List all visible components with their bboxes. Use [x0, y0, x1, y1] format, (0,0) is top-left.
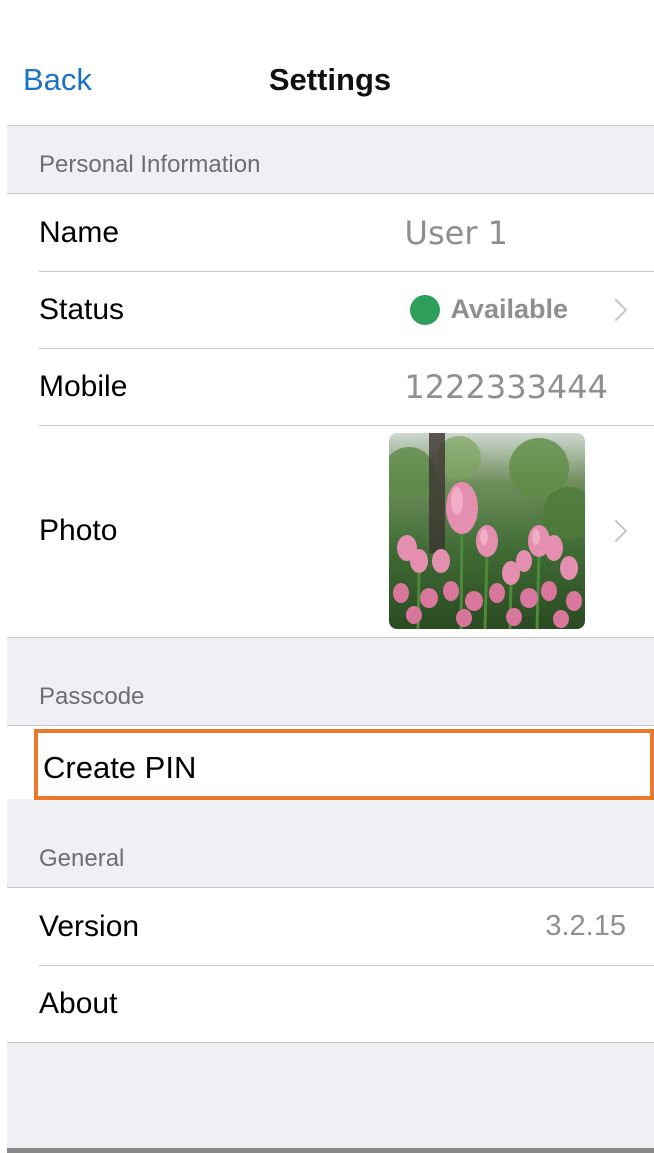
- tulip-photo-icon: [389, 433, 585, 629]
- profile-photo[interactable]: [389, 433, 585, 629]
- passcode-group: Create PIN: [7, 725, 654, 800]
- photo-row[interactable]: Photo: [7, 425, 654, 637]
- version-row: Version 3.2.15: [7, 888, 654, 965]
- section-header-passcode: Passcode: [7, 638, 654, 725]
- personal-info-group: Name User 1 Status Available Mobile 1222…: [7, 193, 654, 638]
- name-label: Name: [39, 215, 120, 249]
- bottom-divider: [7, 1148, 654, 1153]
- photo-label: Photo: [39, 514, 118, 547]
- about-label: About: [39, 986, 118, 1020]
- about-row[interactable]: About: [7, 965, 654, 1042]
- status-label: Status: [39, 292, 125, 326]
- general-group: Version 3.2.15 About: [7, 887, 654, 1043]
- name-row[interactable]: Name User 1: [7, 194, 654, 271]
- navigation-bar: Back Settings: [0, 0, 654, 125]
- name-value: User 1: [404, 213, 508, 252]
- chevron-right-icon: [604, 519, 628, 543]
- section-header-general-label: General: [39, 845, 125, 872]
- section-header-passcode-label: Passcode: [39, 683, 145, 710]
- mobile-row[interactable]: Mobile 1222333444: [7, 348, 654, 425]
- create-pin-button[interactable]: Create PIN: [43, 750, 196, 786]
- version-value: 3.2.15: [545, 910, 626, 942]
- status-row[interactable]: Status Available: [7, 271, 654, 348]
- mobile-value: 1222333444: [404, 367, 608, 406]
- section-header-general: General: [7, 799, 654, 887]
- status-value: Available: [450, 294, 568, 324]
- status-indicator: Available: [410, 294, 568, 325]
- chevron-right-icon: [604, 298, 628, 321]
- section-header-personal: Personal Information: [7, 126, 654, 193]
- section-header-personal-label: Personal Information: [39, 151, 261, 178]
- page-title: Settings: [268, 62, 392, 97]
- settings-list: Personal Information Name User 1 Status …: [7, 125, 654, 1148]
- version-label: Version: [39, 909, 140, 943]
- mobile-label: Mobile: [39, 369, 128, 403]
- status-dot-icon: [410, 294, 441, 325]
